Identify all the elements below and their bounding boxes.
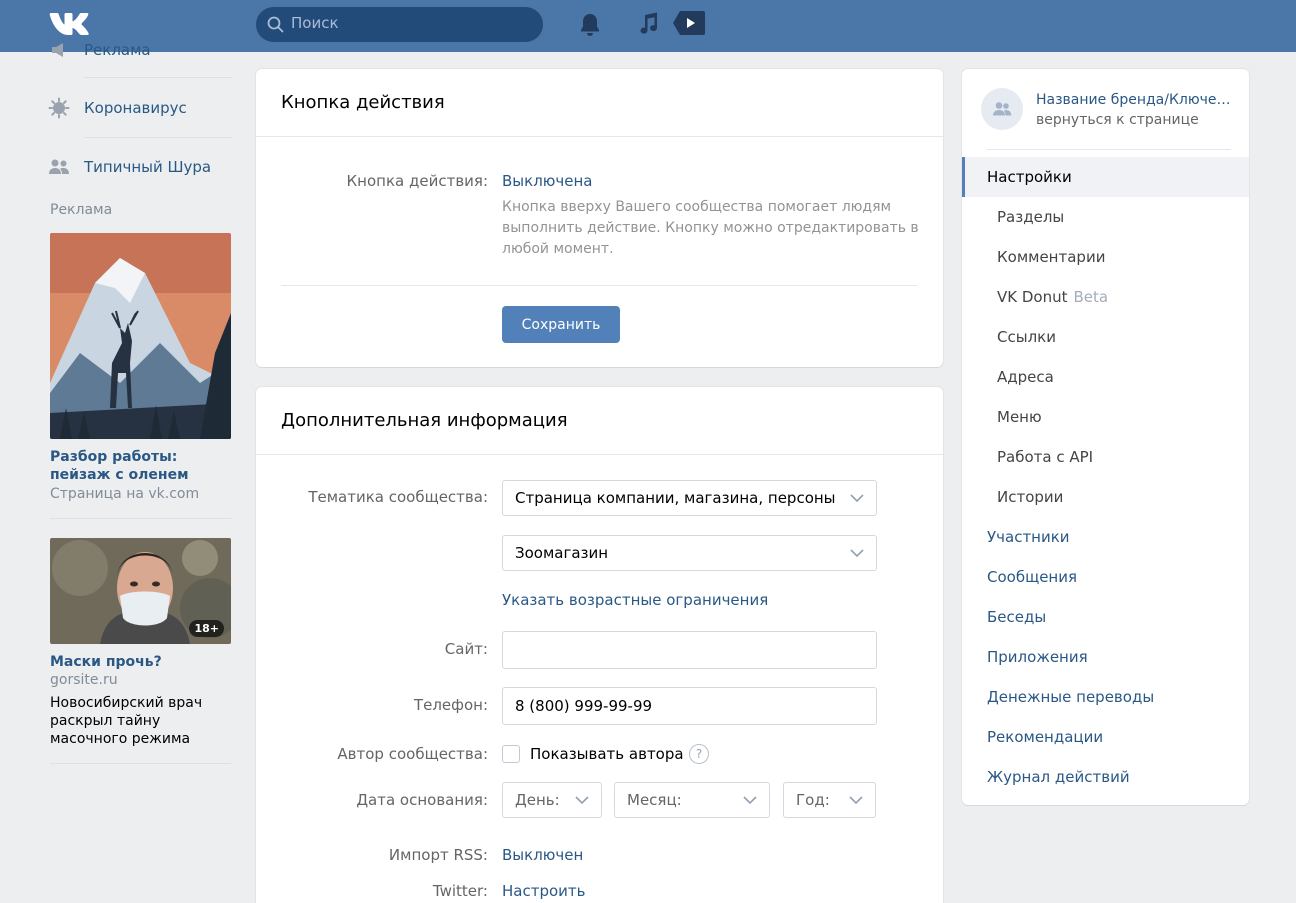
left-item-ads[interactable]: Реклама (48, 38, 151, 62)
card-title: Кнопка действия (256, 69, 943, 137)
left-item-coronavirus[interactable]: Коронавирус (48, 96, 187, 120)
top-header: Поиск (0, 0, 1296, 52)
chevron-down-icon (849, 796, 863, 805)
divider (987, 149, 1231, 150)
chevron-down-icon (575, 796, 589, 805)
divider (281, 285, 917, 286)
left-item-group[interactable]: Типичный Шура (48, 155, 211, 179)
settings-menu: Название бренда/Ключевое слово вернуться… (962, 69, 1249, 805)
menu-item-money-transfers[interactable]: Денежные переводы (962, 677, 1249, 717)
divider (50, 763, 231, 764)
menu-item-links[interactable]: Ссылки (962, 317, 1249, 357)
phone-label: Телефон: (413, 696, 488, 714)
action-button-label: Кнопка действия: (346, 172, 488, 190)
ad-image-mask[interactable]: 18+ (50, 538, 231, 644)
divider (84, 77, 232, 78)
back-to-page-link[interactable]: вернуться к странице (1036, 112, 1199, 128)
twitter-label: Twitter: (432, 882, 488, 900)
menu-item-vk-donut[interactable]: VK Donut Beta (962, 277, 1249, 317)
divider (84, 137, 232, 138)
menu-item-messages[interactable]: Сообщения (962, 557, 1249, 597)
action-button-card: Кнопка действия Кнопка действия: Выключе… (256, 69, 943, 367)
rss-label: Импорт RSS: (388, 846, 488, 864)
help-icon[interactable]: ? (689, 744, 709, 764)
divider (50, 518, 231, 519)
menu-item-sections[interactable]: Разделы (962, 197, 1249, 237)
search-input[interactable]: Поиск (256, 7, 543, 42)
menu-item-members[interactable]: Участники (962, 517, 1249, 557)
group-icon (993, 102, 1012, 116)
additional-info-card: Дополнительная информация Тематика сообщ… (256, 387, 943, 903)
subtheme-select[interactable]: Зоомагазин (502, 535, 877, 571)
year-select[interactable]: Год: (783, 782, 876, 818)
ads-section-title: Реклама (50, 202, 113, 218)
bell-icon[interactable] (578, 12, 602, 38)
site-label: Сайт: (444, 640, 488, 658)
twitter-configure-link[interactable]: Настроить (502, 882, 585, 900)
menu-item-settings[interactable]: Настройки (962, 157, 1249, 197)
vk-logo-icon[interactable] (48, 11, 92, 37)
music-icon[interactable] (637, 11, 659, 35)
card-title: Дополнительная информация (256, 387, 943, 455)
search-placeholder: Поиск (291, 14, 339, 32)
month-select[interactable]: Месяц: (614, 782, 770, 818)
group-icon (48, 156, 70, 178)
day-select[interactable]: День: (502, 782, 602, 818)
beta-badge: Beta (1073, 288, 1109, 306)
ad-title[interactable]: Разбор работы: пейзаж с оленем (50, 448, 230, 484)
menu-item-action-log[interactable]: Журнал действий (962, 757, 1249, 797)
search-icon (267, 16, 284, 33)
community-name-link[interactable]: Название бренда/Ключевое слово (1036, 92, 1236, 108)
action-button-value[interactable]: Выключена (502, 172, 593, 190)
age-badge: 18+ (189, 620, 224, 637)
video-play-icon[interactable] (672, 10, 705, 36)
ad-text: Новосибирский врач раскрыл тайну масочно… (50, 695, 203, 747)
ad-source: Страница на vk.com (50, 486, 200, 502)
menu-item-menu[interactable]: Меню (962, 397, 1249, 437)
rss-value-link[interactable]: Выключен (502, 846, 583, 864)
chevron-down-icon (743, 796, 757, 805)
phone-input[interactable]: 8 (800) 999-99-99 (502, 687, 877, 725)
chevron-down-icon (850, 549, 864, 558)
menu-item-recommendations[interactable]: Рекомендации (962, 717, 1249, 757)
menu-item-api[interactable]: Работа с API (962, 437, 1249, 477)
community-avatar[interactable] (981, 88, 1023, 130)
megaphone-icon (48, 39, 70, 61)
show-author-label[interactable]: Показывать автора (530, 745, 684, 763)
save-button[interactable]: Сохранить (502, 306, 620, 343)
ad-image-deer[interactable] (50, 233, 231, 439)
site-input[interactable] (502, 631, 877, 669)
menu-item-comments[interactable]: Комментарии (962, 237, 1249, 277)
menu-item-chats[interactable]: Беседы (962, 597, 1249, 637)
date-label: Дата основания: (356, 791, 488, 809)
menu-item-stories[interactable]: Истории (962, 477, 1249, 517)
action-button-description: Кнопка вверху Вашего сообщества помогает… (502, 199, 919, 257)
theme-select[interactable]: Страница компании, магазина, персоны (502, 480, 877, 516)
chevron-down-icon (850, 494, 864, 503)
menu-item-apps[interactable]: Приложения (962, 637, 1249, 677)
age-restriction-link[interactable]: Указать возрастные ограничения (502, 591, 768, 609)
menu-item-addresses[interactable]: Адреса (962, 357, 1249, 397)
show-author-checkbox[interactable] (502, 745, 520, 763)
ad-title[interactable]: Маски прочь? (50, 653, 230, 671)
virus-icon (48, 97, 70, 119)
ad-source: gorsite.ru (50, 672, 118, 688)
theme-label: Тематика сообщества: (308, 488, 488, 506)
author-label: Автор сообщества: (337, 745, 488, 763)
